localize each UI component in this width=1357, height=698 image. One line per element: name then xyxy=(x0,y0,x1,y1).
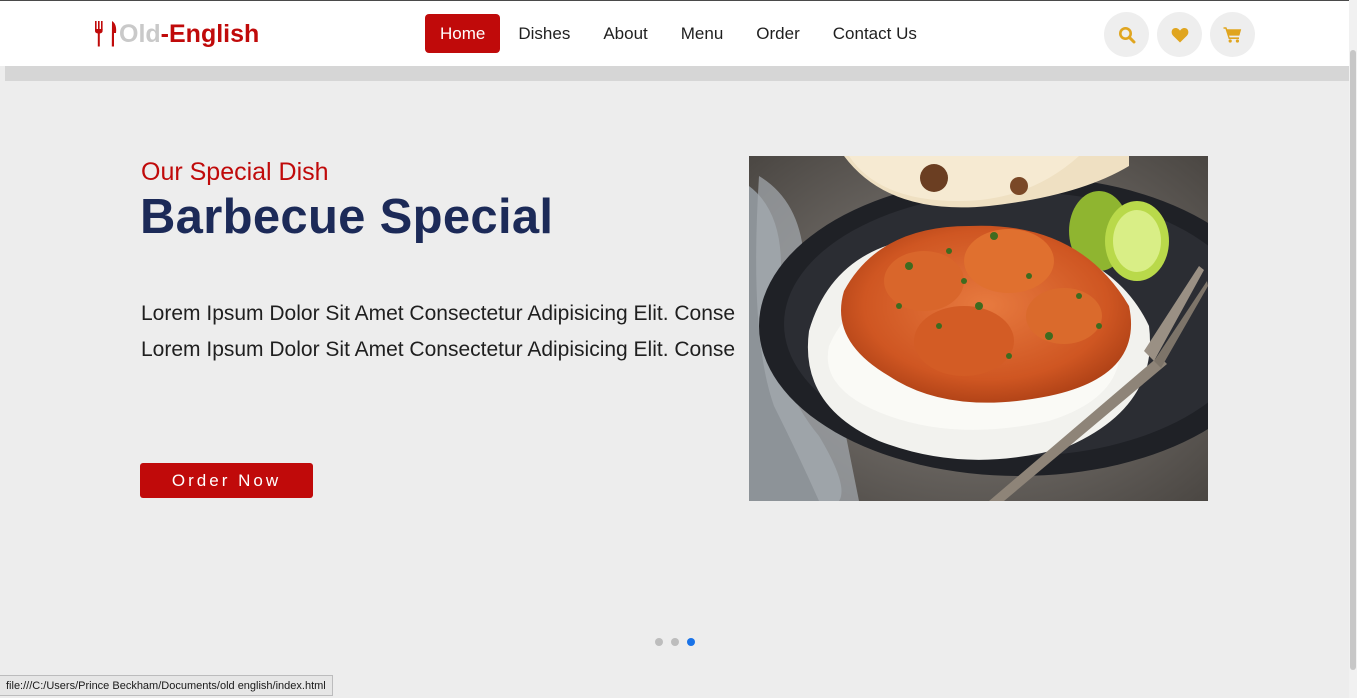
search-button[interactable] xyxy=(1104,12,1149,57)
wishlist-button[interactable] xyxy=(1157,12,1202,57)
nav-contact-us[interactable]: Contact Us xyxy=(818,14,932,53)
nav-about[interactable]: About xyxy=(588,14,662,53)
logo-text-dash: - xyxy=(160,19,169,48)
hero-description: Lorem Ipsum Dolor Sit Amet Consectetur A… xyxy=(141,302,736,361)
slider-dot[interactable] xyxy=(655,638,663,646)
hero-title: Barbecue Special xyxy=(140,190,554,244)
nav-order[interactable]: Order xyxy=(741,14,814,53)
scrollbar-thumb[interactable] xyxy=(1350,50,1356,670)
utensils-icon xyxy=(93,20,119,48)
order-now-button[interactable]: Order Now xyxy=(140,463,313,498)
heart-icon xyxy=(1171,27,1188,42)
logo[interactable]: Old - English xyxy=(93,19,259,49)
nav-home[interactable]: Home xyxy=(425,14,501,53)
main-nav: Home Dishes About Menu Order Contact Us xyxy=(425,14,935,54)
slider-dot-active[interactable] xyxy=(687,638,695,646)
slider-dot[interactable] xyxy=(671,638,679,646)
cart-icon xyxy=(1223,27,1242,43)
search-icon xyxy=(1118,26,1135,43)
dish-image xyxy=(749,156,1208,501)
header-shadow-band xyxy=(5,66,1349,81)
logo-text-old: Old xyxy=(119,19,161,48)
cart-button[interactable] xyxy=(1210,12,1255,57)
slider-dots xyxy=(655,638,703,646)
nav-dishes[interactable]: Dishes xyxy=(503,14,585,53)
nav-menu[interactable]: Menu xyxy=(666,14,739,53)
vertical-scrollbar[interactable] xyxy=(1349,0,1357,698)
logo-text-english: English xyxy=(169,19,260,48)
browser-status-url: file:///C:/Users/Prince Beckham/Document… xyxy=(0,675,333,696)
site-header: Old - English Home Dishes About Menu Order… xyxy=(0,1,1349,66)
hero-subtitle: Our Special Dish xyxy=(141,158,329,186)
